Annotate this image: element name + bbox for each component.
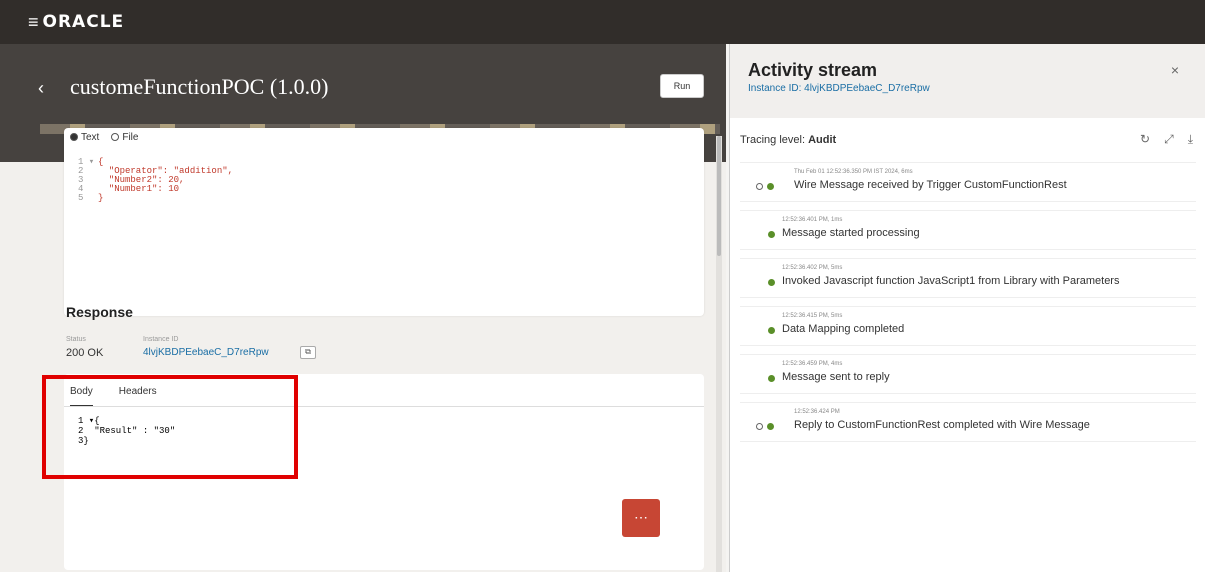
close-icon[interactable]: ×: [1171, 62, 1179, 78]
event-status-icons: [768, 231, 775, 238]
event-message: Wire Message received by Trigger CustomF…: [794, 179, 1067, 191]
expand-icon[interactable]: ⤢: [1164, 132, 1174, 147]
run-button[interactable]: Run: [660, 74, 704, 98]
radio-selected-icon: [70, 133, 78, 142]
event-timestamp: 12:52:36.424 PM: [794, 409, 840, 415]
success-status-icon: [768, 375, 775, 382]
refresh-icon[interactable]: ↻: [1140, 132, 1150, 147]
event-timestamp: Thu Feb 01 12:52:36.350 PM IST 2024, 6ms: [794, 169, 913, 175]
event-message: Data Mapping completed: [782, 323, 905, 335]
event-status-icons: [768, 375, 775, 382]
success-status-icon: [768, 279, 775, 286]
code-line: 5}: [78, 194, 233, 203]
request-code-editor[interactable]: 1 ▾{2 "Operator": "addition", 3 "Number2"…: [78, 158, 233, 203]
instance-id-link[interactable]: 4lvjKBDPEebaeC_D7reRpw: [143, 347, 269, 358]
text-radio[interactable]: Text: [70, 132, 99, 143]
hamburger-menu-icon[interactable]: ≡: [28, 12, 39, 33]
success-status-icon: [768, 231, 775, 238]
success-status-icon: [767, 423, 774, 430]
event-message: Reply to CustomFunctionRest completed wi…: [794, 419, 1090, 431]
activity-event[interactable]: Thu Feb 01 12:52:36.350 PM IST 2024, 6ms…: [740, 162, 1196, 202]
download-icon[interactable]: ⤓: [1188, 132, 1193, 147]
file-radio-label: File: [122, 132, 139, 143]
tracing-level: Tracing level: Audit: [740, 134, 836, 146]
event-status-icons: [768, 279, 775, 286]
success-status-icon: [767, 183, 774, 190]
event-message: Message started processing: [782, 227, 920, 239]
status-value: 200 OK: [66, 347, 104, 359]
copy-icon[interactable]: ⧉: [300, 346, 316, 359]
tracing-value: Audit: [808, 134, 837, 146]
activity-event[interactable]: 12:52:36.415 PM, 5ms Data Mapping complet…: [740, 306, 1196, 346]
request-body-card: Text File 1 ▾{2 "Operator": "addition", 3…: [64, 128, 704, 316]
event-message: Message sent to reply: [782, 371, 890, 383]
top-bar: ≡ ORACLE ◄ ? ⚙ CO: [0, 0, 1205, 572]
code-text: }: [98, 193, 104, 203]
chat-icon[interactable]: ⋯: [622, 499, 660, 537]
tracing-label: Tracing level:: [740, 134, 806, 146]
event-status-icons: [768, 327, 775, 334]
status-label: Status: [66, 336, 86, 343]
eye-icon[interactable]: [756, 183, 763, 190]
event-timestamp: 12:52:36.415 PM, 5ms: [782, 313, 843, 319]
eye-icon[interactable]: [756, 423, 763, 430]
text-radio-label: Text: [81, 132, 100, 143]
activity-event[interactable]: 12:52:36.459 PM, 4ms Message sent to repl…: [740, 354, 1196, 394]
line-number: 5: [78, 193, 84, 203]
activity-actions: ↻ ⤢ ⤓: [1140, 132, 1193, 147]
activity-stream-panel: Activity stream Instance ID: 4lvjKBDPEeb…: [729, 44, 1205, 572]
code-text: "Number1": 10: [98, 184, 180, 194]
event-timestamp: 12:52:36.401 PM, 1ms: [782, 217, 843, 223]
activity-event[interactable]: 12:52:36.424 PM Reply to CustomFunctionRe…: [740, 402, 1196, 442]
activity-title: Activity stream: [748, 60, 878, 80]
success-status-icon: [768, 327, 775, 334]
event-message: Invoked Javascript function JavaScript1 …: [782, 275, 1120, 287]
activity-instance-id[interactable]: Instance ID: 4lvjKBDPEebaeC_D7reRpw: [748, 83, 1205, 94]
instance-id-label: Instance ID: [143, 336, 179, 343]
oracle-logo: ORACLE: [42, 12, 125, 32]
highlight-box: [42, 375, 298, 479]
activity-events: Thu Feb 01 12:52:36.350 PM IST 2024, 6ms…: [740, 162, 1196, 450]
body-type-options: Text File: [70, 132, 138, 143]
back-arrow-icon[interactable]: ‹: [38, 78, 44, 99]
test-integration-panel: ‹ customeFunctionPOC (1.0.0) Run Text Fi…: [0, 44, 726, 572]
activity-header: Activity stream Instance ID: 4lvjKBDPEeb…: [730, 44, 1205, 118]
event-timestamp: 12:52:36.459 PM, 4ms: [782, 361, 843, 367]
event-status-icons: [756, 183, 774, 190]
radio-unselected-icon: [111, 133, 120, 142]
response-title: Response: [66, 304, 133, 320]
scrollbar-thumb[interactable]: [717, 136, 721, 256]
activity-event[interactable]: 12:52:36.401 PM, 1ms Message started proc…: [740, 210, 1196, 250]
file-radio[interactable]: File: [111, 132, 138, 143]
event-status-icons: [756, 423, 774, 430]
page-title: customeFunctionPOC (1.0.0): [70, 74, 329, 99]
scrollbar[interactable]: [716, 136, 722, 572]
activity-event[interactable]: 12:52:36.402 PM, 5ms Invoked Javascript f…: [740, 258, 1196, 298]
event-timestamp: 12:52:36.402 PM, 5ms: [782, 265, 843, 271]
